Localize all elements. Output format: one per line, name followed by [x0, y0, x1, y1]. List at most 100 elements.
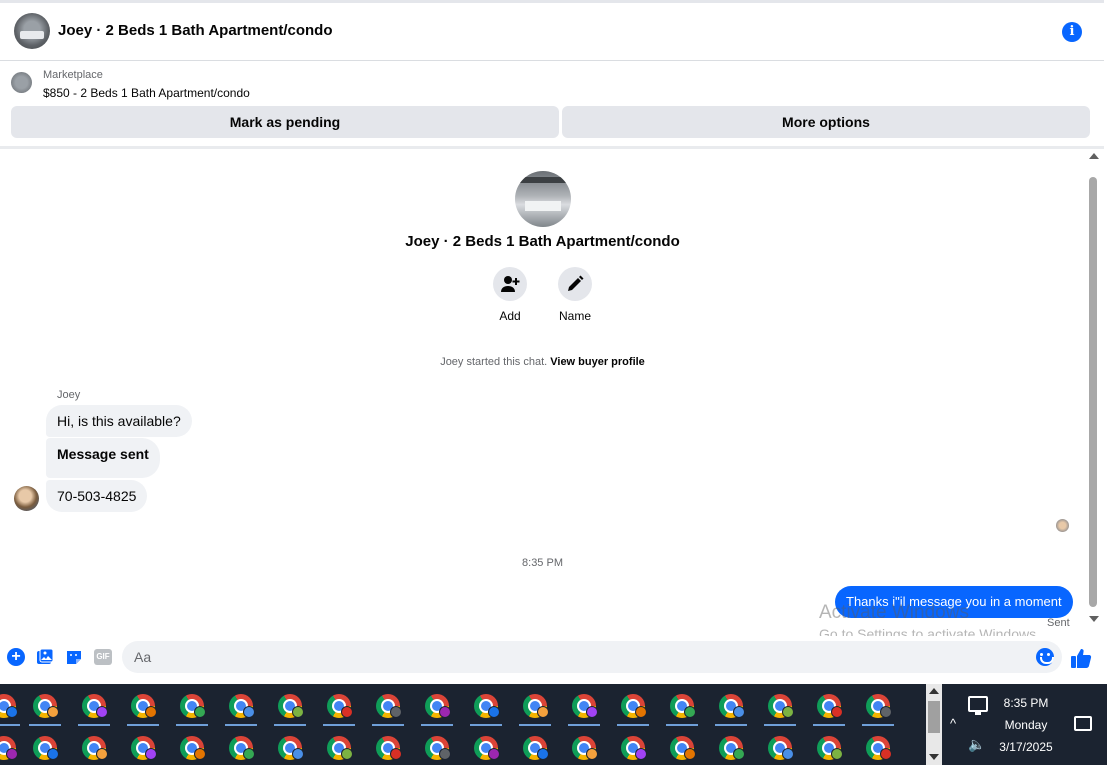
taskbar-chrome-button[interactable] — [272, 689, 306, 726]
profile-badge-icon — [733, 748, 745, 760]
running-indicator — [519, 724, 551, 726]
info-icon[interactable]: i — [1062, 22, 1082, 42]
chat-scrollbar[interactable] — [1085, 149, 1101, 629]
profile-badge-icon — [635, 748, 647, 760]
running-indicator — [29, 724, 61, 726]
sender-avatar[interactable] — [14, 486, 39, 511]
profile-badge-icon — [537, 748, 549, 760]
taskbar-chrome-button[interactable] — [517, 689, 551, 726]
listing-title[interactable]: $850 - 2 Beds 1 Bath Apartment/condo — [43, 86, 250, 100]
profile-badge-icon — [6, 706, 18, 718]
taskbar-chrome-button[interactable] — [566, 731, 600, 765]
taskbar-chrome-button[interactable] — [811, 731, 845, 765]
taskbar-chrome-button[interactable] — [0, 731, 20, 765]
profile-badge-icon — [194, 748, 206, 760]
taskbar-chrome-button[interactable] — [762, 731, 796, 765]
message-bubble[interactable]: Hi, is this available? — [46, 405, 192, 437]
running-indicator — [274, 724, 306, 726]
taskbar-apps — [0, 684, 920, 765]
chat-profile-avatar[interactable] — [515, 171, 571, 227]
taskbar-chrome-button[interactable] — [419, 731, 453, 765]
more-options-button[interactable]: More options — [562, 106, 1090, 138]
taskbar-chrome-button[interactable] — [223, 731, 257, 765]
profile-badge-icon — [684, 706, 696, 718]
taskbar-chrome-button[interactable] — [762, 689, 796, 726]
view-buyer-profile-link[interactable]: View buyer profile — [550, 356, 645, 368]
message-bubble[interactable]: 70-503-4825 — [46, 480, 148, 512]
taskbar-chrome-button[interactable] — [468, 689, 502, 726]
taskbar-scrollbar[interactable] — [926, 684, 942, 765]
sender-name: Joey — [57, 389, 81, 401]
message-status: Sent — [1047, 617, 1070, 629]
notification-icon[interactable] — [1074, 716, 1092, 731]
add-people-button[interactable]: Add — [480, 267, 540, 323]
taskbar-chrome-button[interactable] — [0, 689, 20, 726]
mark-as-pending-button[interactable]: Mark as pending — [11, 106, 559, 138]
running-indicator — [666, 724, 698, 726]
taskbar-chrome-button[interactable] — [419, 689, 453, 726]
chevron-up-icon[interactable]: ^ — [946, 716, 960, 731]
running-indicator — [421, 724, 453, 726]
profile-badge-icon — [341, 748, 353, 760]
taskbar-chrome-button[interactable] — [811, 689, 845, 726]
running-indicator — [78, 724, 110, 726]
conversation-avatar[interactable] — [14, 13, 50, 49]
taskbar-chrome-button[interactable] — [174, 731, 208, 765]
header-title[interactable]: Joey · 2 Beds 1 Bath Apartment/condo — [58, 22, 333, 39]
taskbar-chrome-button[interactable] — [664, 689, 698, 726]
network-icon[interactable] — [968, 696, 988, 715]
message-bubble[interactable]: Message sent — [46, 438, 160, 478]
pencil-icon[interactable] — [558, 267, 592, 301]
sticker-icon[interactable] — [65, 648, 83, 666]
profile-badge-icon — [145, 706, 157, 718]
taskbar-chrome-button[interactable] — [223, 689, 257, 726]
taskbar-chrome-button[interactable] — [713, 689, 747, 726]
scroll-up-arrow-icon[interactable] — [929, 688, 939, 694]
plus-icon[interactable]: + — [7, 648, 25, 666]
taskbar-chrome-button[interactable] — [321, 689, 355, 726]
clock-date[interactable]: 3/17/2025 — [996, 740, 1056, 754]
taskbar-chrome-button[interactable] — [615, 689, 649, 726]
scroll-up-arrow-icon[interactable] — [1089, 153, 1099, 159]
taskbar-chrome-button[interactable] — [713, 731, 747, 765]
taskbar-chrome-button[interactable] — [27, 731, 61, 765]
scrollbar-thumb[interactable] — [1089, 177, 1097, 607]
clock-day[interactable]: Monday — [996, 718, 1056, 732]
scroll-down-arrow-icon[interactable] — [1089, 616, 1099, 622]
taskbar-chrome-button[interactable] — [370, 731, 404, 765]
taskbar-chrome-button[interactable] — [272, 731, 306, 765]
outgoing-message-bubble[interactable]: Thanks i"il message you in a moment — [835, 586, 1073, 618]
profile-badge-icon — [47, 706, 59, 718]
photo-icon[interactable] — [36, 648, 54, 666]
taskbar-chrome-button[interactable] — [125, 689, 159, 726]
volume-icon[interactable]: 🔈 — [968, 736, 985, 753]
taskbar-chrome-button[interactable] — [517, 731, 551, 765]
gif-icon[interactable]: GIF — [94, 649, 112, 665]
message-thread[interactable]: Joey · 2 Beds 1 Bath Apartment/condo Add… — [0, 149, 1085, 642]
taskbar-chrome-button[interactable] — [566, 689, 600, 726]
message-input[interactable] — [122, 641, 1062, 673]
taskbar-chrome-button[interactable] — [27, 689, 61, 726]
taskbar-chrome-button[interactable] — [125, 731, 159, 765]
taskbar-chrome-button[interactable] — [860, 689, 894, 726]
taskbar-chrome-button[interactable] — [615, 731, 649, 765]
scrollbar-thumb[interactable] — [928, 701, 940, 733]
started-text: Joey started this chat. — [440, 356, 548, 368]
add-person-icon[interactable] — [493, 267, 527, 301]
taskbar-chrome-button[interactable] — [174, 689, 208, 726]
emoji-icon[interactable] — [1036, 648, 1054, 666]
taskbar-chrome-button[interactable] — [664, 731, 698, 765]
windows-taskbar: ^ 🔈 8:35 PM Monday 3/17/2025 — [0, 684, 1107, 765]
taskbar-chrome-button[interactable] — [76, 689, 110, 726]
listing-thumbnail[interactable] — [11, 72, 32, 93]
taskbar-chrome-button[interactable] — [76, 731, 110, 765]
taskbar-chrome-button[interactable] — [321, 731, 355, 765]
taskbar-chrome-button[interactable] — [370, 689, 404, 726]
marketplace-label: Marketplace — [43, 69, 103, 81]
taskbar-chrome-button[interactable] — [860, 731, 894, 765]
clock-time[interactable]: 8:35 PM — [996, 696, 1056, 710]
scroll-down-arrow-icon[interactable] — [929, 754, 939, 760]
taskbar-chrome-button[interactable] — [468, 731, 502, 765]
name-chat-button[interactable]: Name — [545, 267, 605, 323]
thumbs-up-icon[interactable] — [1070, 647, 1092, 669]
